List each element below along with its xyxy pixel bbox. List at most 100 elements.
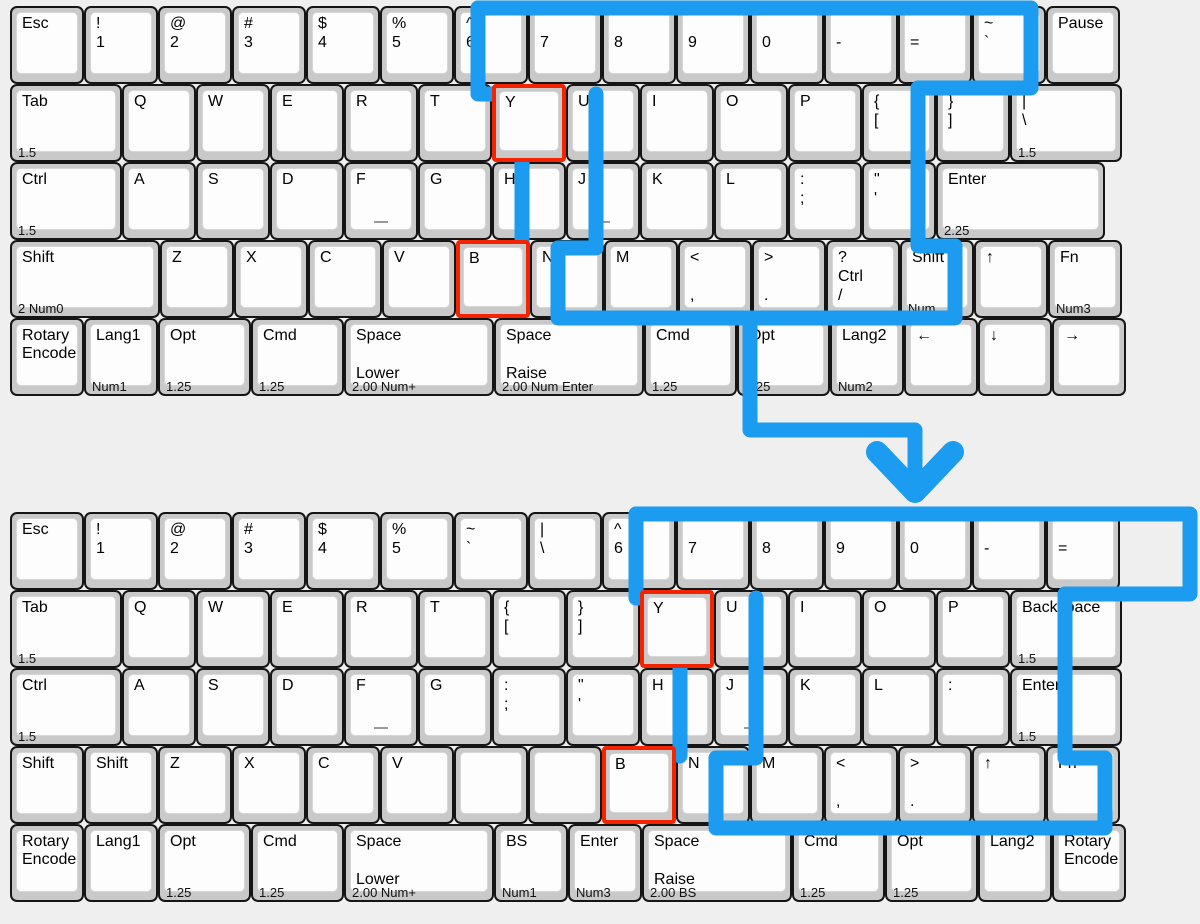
key-blank[interactable]: % 5 bbox=[380, 512, 454, 590]
key-d[interactable]: D bbox=[270, 162, 344, 240]
key-b[interactable]: B bbox=[602, 746, 676, 824]
key-t[interactable]: T bbox=[418, 590, 492, 668]
key-ctrl[interactable]: Ctrl 1.5 bbox=[10, 162, 122, 240]
key-blank[interactable]: ↑ bbox=[972, 746, 1046, 824]
key-blank[interactable]: ? Ctrl / bbox=[826, 240, 900, 318]
key-blank[interactable]: : bbox=[936, 668, 1010, 746]
key-n[interactable]: N bbox=[676, 746, 750, 824]
key-y[interactable]: Y bbox=[492, 84, 566, 162]
key-tab[interactable]: Tab 1.5 bbox=[10, 84, 122, 162]
key-blank[interactable]: 0 bbox=[898, 512, 972, 590]
key-lang2[interactable]: Lang2 bbox=[978, 824, 1052, 902]
key-m[interactable]: M bbox=[604, 240, 678, 318]
key-u[interactable]: U bbox=[566, 84, 640, 162]
key-shift[interactable]: Shift bbox=[10, 746, 84, 824]
key-c[interactable]: C bbox=[306, 746, 380, 824]
key-blank[interactable]: | \ 1.5 bbox=[1010, 84, 1122, 162]
key-h[interactable]: H bbox=[640, 668, 714, 746]
key-cmd[interactable]: Cmd 1.25 bbox=[792, 824, 885, 902]
key-g[interactable]: G bbox=[418, 668, 492, 746]
key-blank[interactable]: @2 bbox=[158, 6, 232, 84]
key-opt[interactable]: Opt 1.25 bbox=[885, 824, 978, 902]
key-rotary-encoder[interactable]: Rotary Encoder bbox=[1052, 824, 1126, 902]
key-blank[interactable]: $4 bbox=[306, 512, 380, 590]
key-blank[interactable]: - bbox=[972, 512, 1046, 590]
key-e[interactable]: E bbox=[270, 84, 344, 162]
key-blank[interactable]: #3 bbox=[232, 512, 306, 590]
key-t[interactable]: T bbox=[418, 84, 492, 162]
key-tab[interactable]: Tab 1.5 bbox=[10, 590, 122, 668]
key-blank[interactable]: 7 bbox=[528, 6, 602, 84]
key-blank[interactable]: <, bbox=[824, 746, 898, 824]
key-l[interactable]: L bbox=[862, 668, 936, 746]
key-blank[interactable] bbox=[454, 746, 528, 824]
key-blank[interactable]: >. bbox=[898, 746, 972, 824]
key-blank[interactable]: $4 bbox=[306, 6, 380, 84]
key-blank[interactable]: 8 bbox=[602, 6, 676, 84]
key-f[interactable]: F bbox=[344, 162, 418, 240]
key-i[interactable]: I bbox=[640, 84, 714, 162]
key-k[interactable]: K bbox=[788, 668, 862, 746]
key-enter[interactable]: Enter 1.5 bbox=[1010, 668, 1122, 746]
key-o[interactable]: O bbox=[714, 84, 788, 162]
key-space[interactable]: Space Raise 2.00 Num Enter bbox=[494, 318, 644, 396]
key-esc[interactable]: Esc bbox=[10, 512, 84, 590]
key-cmd[interactable]: Cmd 1.25 bbox=[251, 318, 344, 396]
key-blank[interactable]: 0 bbox=[750, 6, 824, 84]
key-lang2[interactable]: Lang2 Num2 bbox=[830, 318, 904, 396]
key-blank[interactable]: = bbox=[1046, 512, 1120, 590]
key-blank[interactable]: 9 bbox=[676, 6, 750, 84]
key-w[interactable]: W bbox=[196, 590, 270, 668]
key-fn[interactable]: Fn bbox=[1046, 746, 1120, 824]
key-blank[interactable]: - bbox=[824, 6, 898, 84]
key-a[interactable]: A bbox=[122, 162, 196, 240]
key-p[interactable]: P bbox=[788, 84, 862, 162]
key-v[interactable]: V bbox=[380, 746, 454, 824]
key-blank[interactable]: " ' bbox=[862, 162, 936, 240]
key-fn[interactable]: Fn Num3 bbox=[1048, 240, 1122, 318]
key-q[interactable]: Q bbox=[122, 84, 196, 162]
key-o[interactable]: O bbox=[862, 590, 936, 668]
key-blank[interactable]: >. bbox=[752, 240, 826, 318]
key-h[interactable]: H bbox=[492, 162, 566, 240]
key-esc[interactable]: Esc bbox=[10, 6, 84, 84]
key-space[interactable]: Space Raise 2.00 BS bbox=[642, 824, 792, 902]
key-blank[interactable]: ↓ bbox=[978, 318, 1052, 396]
key-blank[interactable]: #3 bbox=[232, 6, 306, 84]
key-blank[interactable]: ^ 6 bbox=[454, 6, 528, 84]
key-backspace[interactable]: Backspace 1.5 bbox=[1010, 590, 1122, 668]
key-d[interactable]: D bbox=[270, 668, 344, 746]
key-blank[interactable]: % 5 bbox=[380, 6, 454, 84]
key-c[interactable]: C bbox=[308, 240, 382, 318]
key-a[interactable]: A bbox=[122, 668, 196, 746]
key-blank[interactable]: → bbox=[1052, 318, 1126, 396]
key-blank[interactable]: {[ bbox=[492, 590, 566, 668]
key-shift[interactable]: Shift Num. bbox=[900, 240, 974, 318]
key-blank[interactable]: <, bbox=[678, 240, 752, 318]
key-opt[interactable]: Opt 1.25 bbox=[737, 318, 830, 396]
key-rotary-encoder[interactable]: Rotary Encoder bbox=[10, 824, 84, 902]
key-i[interactable]: I bbox=[788, 590, 862, 668]
key-j[interactable]: J bbox=[566, 162, 640, 240]
key-blank[interactable]: ! 1 bbox=[84, 6, 158, 84]
key-blank[interactable] bbox=[528, 746, 602, 824]
key-bs[interactable]: BS Num1 bbox=[494, 824, 568, 902]
key-f[interactable]: F bbox=[344, 668, 418, 746]
key-rotary-encoder[interactable]: Rotary Encoder bbox=[10, 318, 84, 396]
key-pause[interactable]: Pause bbox=[1046, 6, 1120, 84]
key-n[interactable]: N bbox=[530, 240, 604, 318]
key-blank[interactable]: ! 1 bbox=[84, 512, 158, 590]
key-x[interactable]: X bbox=[234, 240, 308, 318]
key-shift[interactable]: Shift bbox=[84, 746, 158, 824]
key-r[interactable]: R bbox=[344, 84, 418, 162]
key-b[interactable]: B bbox=[456, 240, 530, 318]
key-l[interactable]: L bbox=[714, 162, 788, 240]
key-blank[interactable]: ^ 6 bbox=[602, 512, 676, 590]
key-z[interactable]: Z bbox=[160, 240, 234, 318]
key-blank[interactable]: :; bbox=[492, 668, 566, 746]
key-p[interactable]: P bbox=[936, 590, 1010, 668]
key-blank[interactable]: 8 bbox=[750, 512, 824, 590]
key-blank[interactable]: " ' bbox=[566, 668, 640, 746]
key-k[interactable]: K bbox=[640, 162, 714, 240]
key-blank[interactable]: :; bbox=[788, 162, 862, 240]
